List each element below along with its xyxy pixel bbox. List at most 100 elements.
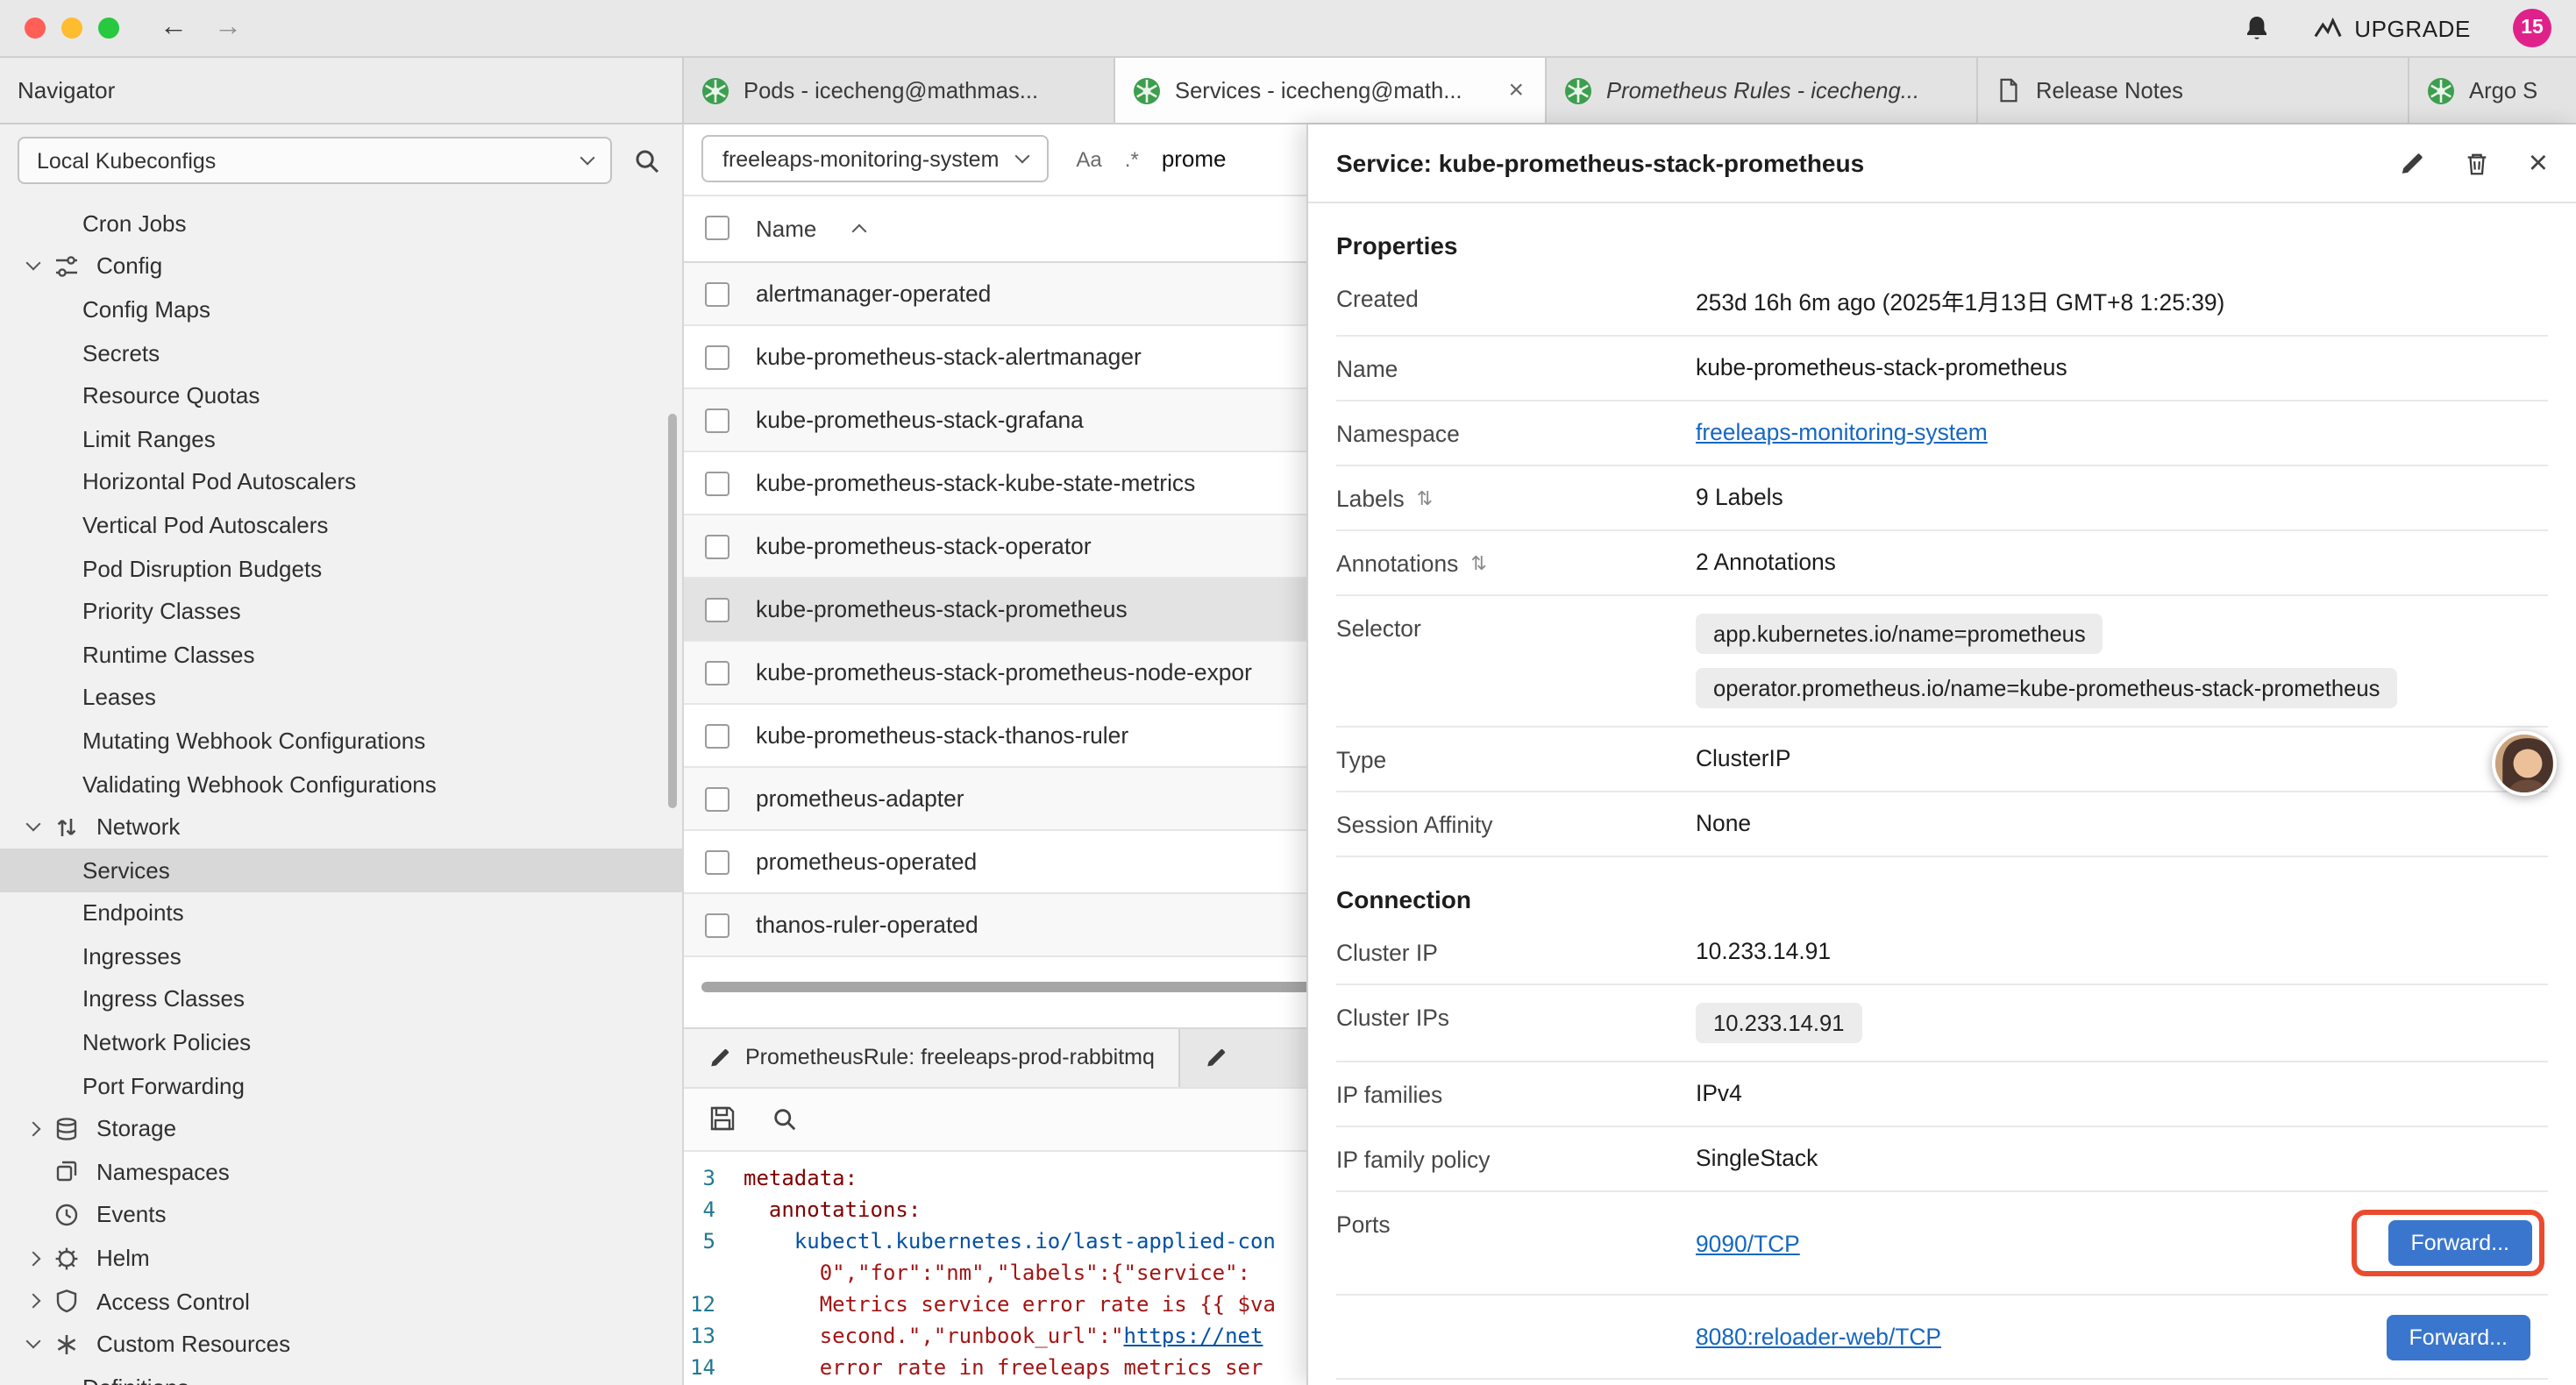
namespace-link[interactable]: freeleaps-monitoring-system [1696, 419, 1988, 445]
drawer-row-label: Annotations⇅ [1336, 549, 1696, 577]
drawer-row-cluster-ips: Cluster IPs10.233.14.91 [1336, 985, 2548, 1062]
row-checkbox[interactable] [705, 408, 729, 433]
dock-tab-prometheusrule[interactable]: PrometheusRule: freeleaps-prod-rabbitmq [684, 1029, 1181, 1087]
value-badge: 10.233.14.91 [1696, 1003, 1861, 1043]
upgrade-button[interactable]: UPGRADE [2312, 15, 2471, 41]
tab-argo-s[interactable]: Argo S [2409, 58, 2576, 123]
sidebar-item-runtime-classes[interactable]: Runtime Classes [0, 633, 682, 676]
port-link-9090-tcp[interactable]: 9090/TCP [1696, 1230, 1800, 1256]
tab-label: Pods - icecheng@mathmas... [744, 77, 1096, 103]
sort-toggle-icon[interactable]: ⇅ [1470, 552, 1486, 575]
chevron-right-icon[interactable] [26, 1294, 41, 1309]
sidebar-item-events[interactable]: Events [0, 1193, 682, 1236]
sidebar-item-definitions[interactable]: Definitions [0, 1366, 682, 1385]
sidebar-item-config[interactable]: Config [0, 245, 682, 288]
sidebar-item-limit-ranges[interactable]: Limit Ranges [0, 417, 682, 460]
sidebar-item-priority-classes[interactable]: Priority Classes [0, 590, 682, 633]
namespace-filter-dropdown[interactable]: freeleaps-monitoring-system [701, 136, 1048, 183]
chevron-down-icon[interactable] [26, 817, 41, 832]
sidebar-item-resource-quotas[interactable]: Resource Quotas [0, 374, 682, 417]
sidebar-item-ingresses[interactable]: Ingresses [0, 934, 682, 977]
back-button[interactable]: ← [160, 14, 188, 42]
sidebar-item-horizontal-pod-autoscalers[interactable]: Horizontal Pod Autoscalers [0, 460, 682, 503]
row-checkbox[interactable] [705, 282, 729, 307]
row-checkbox[interactable] [705, 472, 729, 496]
notifications-bell-icon[interactable] [2242, 14, 2270, 42]
sidebar-item-secrets[interactable]: Secrets [0, 331, 682, 374]
row-checkbox[interactable] [705, 913, 729, 938]
forward-button[interactable]: Forward... [2387, 1220, 2532, 1266]
row-checkbox[interactable] [705, 724, 729, 749]
drawer-row-namespace: Namespacefreeleaps-monitoring-system [1336, 401, 2548, 466]
sidebar-item-ingress-classes[interactable]: Ingress Classes [0, 977, 682, 1020]
sort-toggle-icon[interactable]: ⇅ [1417, 487, 1433, 510]
editor-search-icon[interactable] [772, 1106, 798, 1133]
row-checkbox[interactable] [705, 661, 729, 685]
sidebar-scrollbar[interactable] [668, 414, 677, 808]
sidebar-item-vertical-pod-autoscalers[interactable]: Vertical Pod Autoscalers [0, 503, 682, 546]
service-name: kube-prometheus-stack-prometheus [756, 597, 1128, 623]
tab-release-notes[interactable]: Release Notes [1978, 58, 2409, 123]
window-titlebar: ← → UPGRADE 15 [0, 0, 2576, 58]
sidebar-search-icon[interactable] [633, 146, 661, 174]
sidebar-item-network[interactable]: Network [0, 806, 682, 849]
sidebar-item-mutating-webhook-configurations[interactable]: Mutating Webhook Configurations [0, 719, 682, 762]
tab-close-icon[interactable]: × [1505, 75, 1527, 105]
sidebar-item-network-policies[interactable]: Network Policies [0, 1021, 682, 1064]
row-checkbox[interactable] [705, 787, 729, 812]
chevron-down-icon[interactable] [26, 256, 41, 271]
minimize-button[interactable] [61, 18, 82, 39]
line-content: kubectl.kubernetes.io/last-applied-con [744, 1225, 1276, 1257]
match-case-toggle[interactable]: Aa [1076, 147, 1101, 172]
notification-count-badge[interactable]: 15 [2513, 9, 2551, 47]
sliders-icon [54, 254, 81, 279]
close-icon[interactable]: × [2529, 146, 2548, 180]
chevron-down-icon[interactable] [26, 1334, 41, 1349]
drawer-row-value: 2 Annotations [1696, 549, 2548, 575]
save-icon[interactable] [708, 1105, 737, 1133]
sidebar-item-config-maps[interactable]: Config Maps [0, 288, 682, 330]
name-column-header[interactable]: Name [756, 216, 816, 242]
upgrade-icon [2312, 18, 2342, 39]
port-link-8080-reloader-web-tcp[interactable]: 8080:reloader-web/TCP [1696, 1324, 1941, 1350]
row-checkbox[interactable] [705, 850, 729, 875]
sidebar-item-leases[interactable]: Leases [0, 676, 682, 719]
close-button[interactable] [25, 18, 46, 39]
kubeconfig-selector[interactable]: Local Kubeconfigs [18, 137, 612, 184]
chevron-right-icon[interactable] [26, 1251, 41, 1266]
sidebar-item-custom-resources[interactable]: Custom Resources [0, 1323, 682, 1366]
regex-toggle[interactable]: .* [1125, 147, 1139, 172]
tab-pods-icecheng-mathmas[interactable]: Pods - icecheng@mathmas... [684, 58, 1115, 123]
sidebar-item-validating-webhook-configurations[interactable]: Validating Webhook Configurations [0, 762, 682, 805]
chevron-right-icon[interactable] [26, 1121, 41, 1136]
zoom-button[interactable] [98, 18, 119, 39]
select-all-checkbox[interactable] [705, 217, 729, 241]
drawer-row-cluster-ip: Cluster IP10.233.14.91 [1336, 920, 2548, 985]
tab-prometheus-rules-icecheng[interactable]: Prometheus Rules - icecheng... [1547, 58, 1978, 123]
line-number: 12 [684, 1289, 744, 1320]
row-checkbox[interactable] [705, 345, 729, 370]
sidebar-item-namespaces[interactable]: Namespaces [0, 1150, 682, 1193]
row-checkbox[interactable] [705, 535, 729, 559]
floating-avatar[interactable] [2492, 731, 2557, 796]
sidebar-item-endpoints[interactable]: Endpoints [0, 891, 682, 934]
sidebar-item-helm[interactable]: Helm [0, 1237, 682, 1280]
drawer-row-value: 10.233.14.91 [1696, 938, 2548, 964]
forward-button[interactable]: → [214, 14, 242, 42]
sidebar-item-pod-disruption-budgets[interactable]: Pod Disruption Budgets [0, 547, 682, 590]
forward-button[interactable]: Forward... [2386, 1314, 2530, 1360]
namespace-filter-value: freeleaps-monitoring-system [722, 147, 999, 172]
edit-pencil-icon[interactable] [2399, 150, 2425, 176]
sidebar-item-services[interactable]: Services [0, 849, 682, 891]
delete-trash-icon[interactable] [2464, 150, 2490, 176]
tab-label: Argo S [2469, 77, 2558, 103]
sidebar-item-storage[interactable]: Storage [0, 1107, 682, 1150]
service-name: alertmanager-operated [756, 281, 991, 308]
sidebar-item-port-forwarding[interactable]: Port Forwarding [0, 1064, 682, 1107]
sidebar-item-access-control[interactable]: Access Control [0, 1280, 682, 1323]
row-checkbox[interactable] [705, 598, 729, 622]
tab-services-icecheng-math[interactable]: Services - icecheng@math...× [1115, 58, 1547, 123]
shield-icon [54, 1289, 81, 1313]
drawer-row-label: Cluster IPs [1336, 1003, 1696, 1031]
sidebar-item-cron-jobs[interactable]: Cron Jobs [0, 202, 682, 245]
